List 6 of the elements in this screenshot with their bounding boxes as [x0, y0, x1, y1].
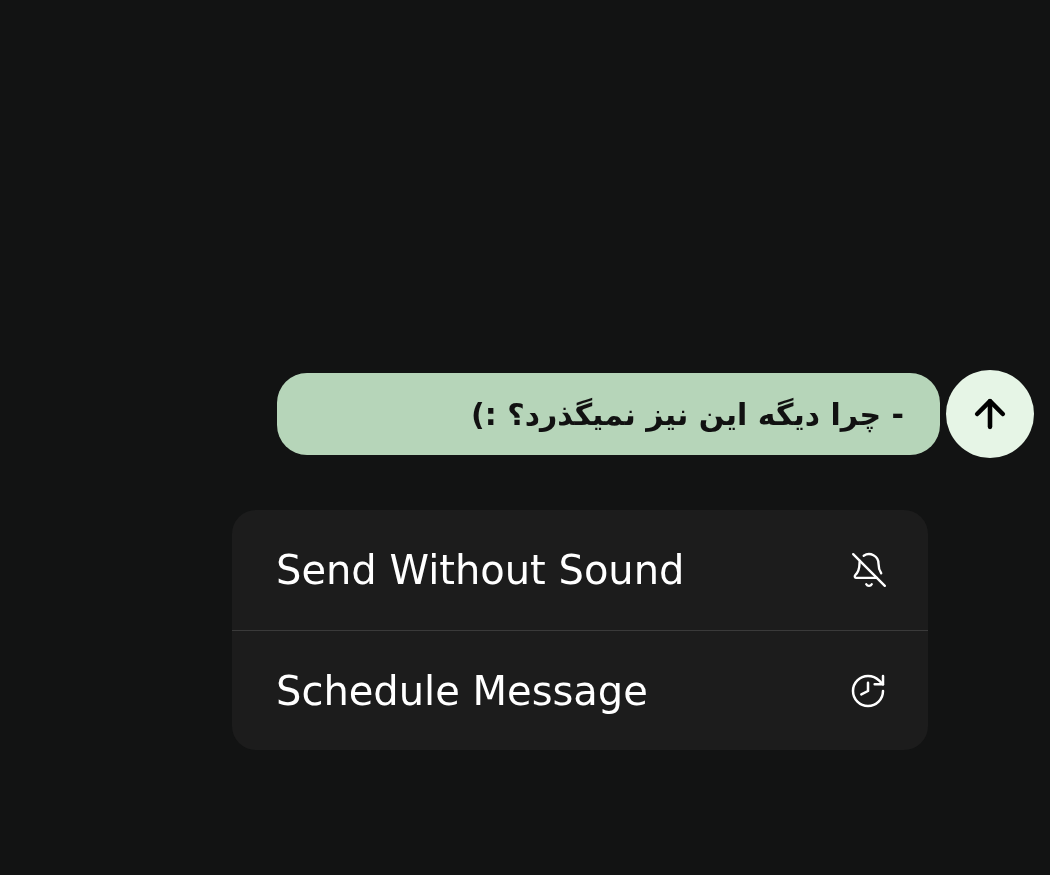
muted-bell-icon: [850, 551, 888, 589]
menu-item-label: Schedule Message: [276, 666, 648, 716]
menu-item[interactable]: Send Without Sound: [232, 510, 928, 630]
message-text: - چرا دیگه این نیز نمیگذرد؟ :): [471, 395, 905, 435]
menu-item-label: Send Without Sound: [276, 546, 685, 595]
menu-item[interactable]: Schedule Message: [232, 630, 928, 750]
